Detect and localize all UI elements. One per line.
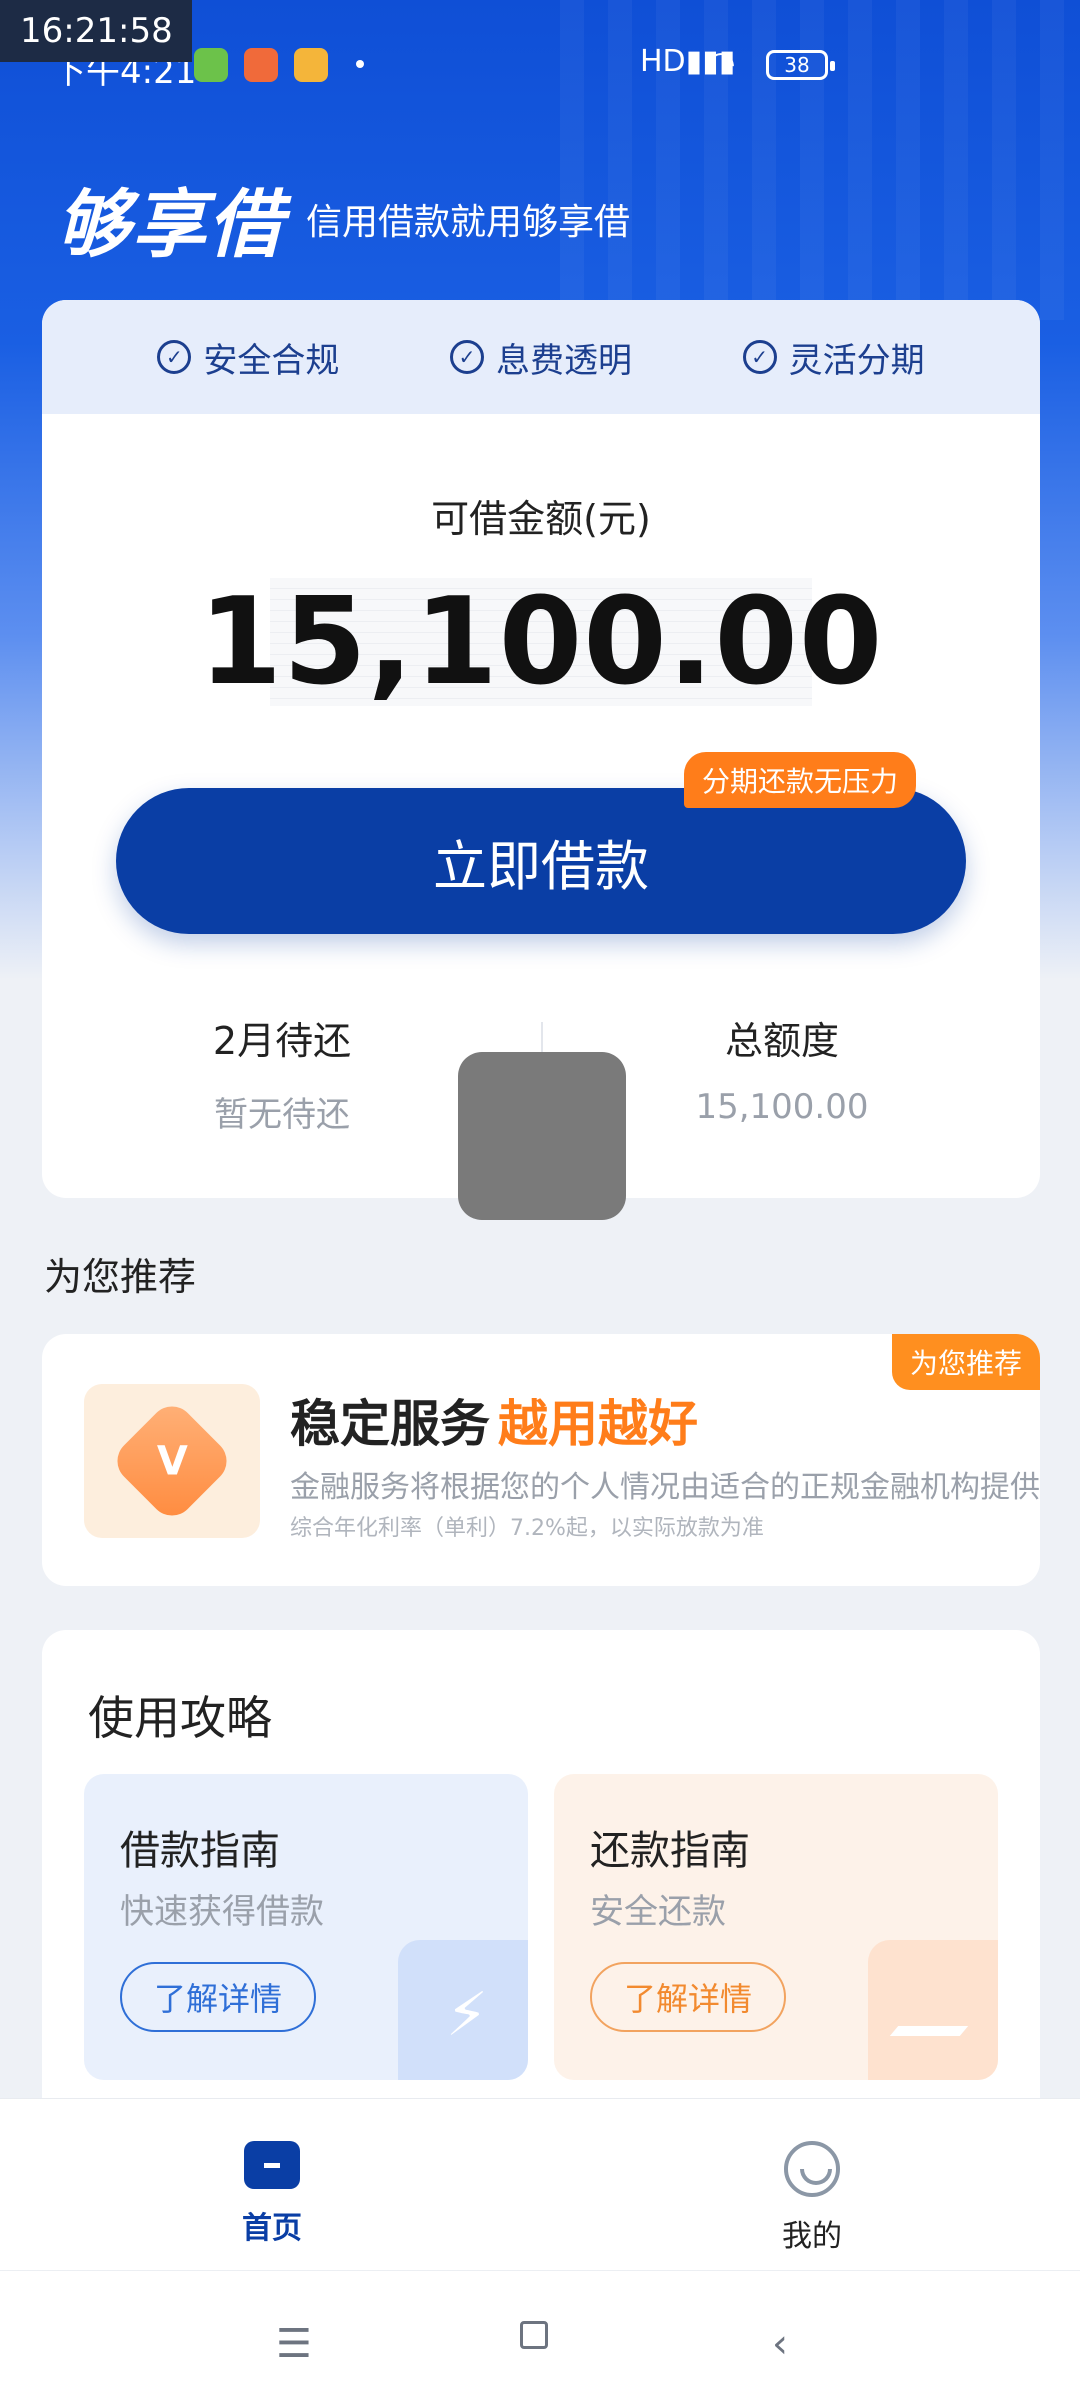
recommend-description: 金融服务将根据您的个人情况由适合的正规金融机构提供: [290, 1470, 1040, 1505]
total-limit-title: 总额度: [724, 1019, 839, 1063]
brand-header: 够享借 信用借款就用够享借: [56, 165, 630, 272]
borrow-guide-desc: 快速获得借款: [120, 1892, 324, 1932]
battery-icon: 38: [766, 50, 835, 80]
bottom-nav: 首页 我的: [0, 2098, 1080, 2270]
recommend-title-main: 稳定服务: [290, 1395, 490, 1453]
profile-icon: [784, 2141, 840, 2197]
nav-mine[interactable]: 我的: [712, 2141, 912, 2255]
wifi-icon: ◠: [706, 44, 736, 84]
feature-label: 灵活分期: [788, 340, 925, 381]
feature-item: ✓ 息费透明: [449, 333, 632, 382]
installment-tag: 分期还款无压力: [684, 752, 917, 808]
square-icon[interactable]: [520, 2321, 548, 2349]
nav-home[interactable]: 首页: [172, 2141, 372, 2247]
borrow-guide-name: 借款指南: [120, 1828, 280, 1874]
home-icon: [244, 2141, 300, 2189]
total-limit-stat[interactable]: 总额度 15,100.00: [632, 1010, 932, 1127]
brand-logo: 够享借: [56, 182, 284, 268]
menu-icon[interactable]: ☰: [276, 2321, 312, 2367]
status-bar: 下午4:21 HD▮▮▮ ◠ 38 16:21:58: [0, 0, 1080, 120]
time-overlay: 16:21:58: [0, 0, 192, 62]
shield-badge-icon: V: [84, 1384, 260, 1538]
system-navigation-bar: ☰ ‹: [0, 2270, 1080, 2400]
feature-bar: ✓ 安全合规 ✓ 息费透明 ✓ 灵活分期: [42, 300, 1040, 414]
due-value: 暂无待还: [214, 1095, 350, 1135]
guide-card: 使用攻略 借款指南 快速获得借款 了解详情 ⚡ 还款指南 安全还款 了解详情: [42, 1630, 1040, 2130]
feature-label: 安全合规: [203, 340, 340, 381]
feature-label: 息费透明: [495, 340, 632, 381]
due-title: 2月待还: [212, 1019, 352, 1063]
borrow-guide-card[interactable]: 借款指南 快速获得借款 了解详情 ⚡: [84, 1774, 528, 2080]
total-limit-value: 15,100.00: [695, 1087, 869, 1127]
feature-item: ✓ 安全合规: [157, 333, 339, 382]
recommend-card[interactable]: 为您推荐 V 稳定服务 越用越好 金融服务将根据您的个人情况由适合的正规金融机构提…: [42, 1334, 1040, 1586]
available-amount-label: 可借金额(元): [431, 497, 651, 541]
feature-item: ✓ 灵活分期: [742, 333, 925, 382]
recommend-title-highlight: 越用越好: [498, 1395, 698, 1453]
floating-overlay[interactable]: [458, 1052, 626, 1220]
folder-icon: [889, 2026, 969, 2036]
repay-guide-details-button[interactable]: 了解详情: [590, 1962, 786, 2032]
folder-decoration: [868, 1940, 998, 2080]
check-circle-icon: ✓: [449, 340, 484, 374]
bolt-icon: ⚡: [445, 1980, 488, 2050]
battery-level: 38: [784, 53, 810, 77]
back-icon[interactable]: ‹: [772, 2321, 788, 2367]
repay-guide-name: 还款指南: [590, 1828, 750, 1874]
available-amount-box: 15,100.00: [199, 573, 883, 712]
recommend-section-title: 为您推荐: [44, 1255, 197, 1299]
check-circle-icon: ✓: [157, 340, 192, 374]
brand-slogan: 信用借款就用够享借: [306, 201, 631, 243]
signal-label: HD: [640, 44, 686, 79]
recommend-title: 稳定服务 越用越好: [290, 1384, 698, 1456]
app-notification-icon: [244, 48, 278, 82]
more-notifications-dot: [356, 60, 364, 68]
due-stat[interactable]: 2月待还 暂无待还: [132, 1010, 432, 1136]
message-notification-icon: [294, 48, 328, 82]
recommend-rate-note: 综合年化利率（单利）7.2%起，以实际放款为准: [290, 1516, 764, 1541]
nav-home-label: 首页: [242, 2211, 302, 2246]
borrow-guide-details-button[interactable]: 了解详情: [120, 1962, 316, 2032]
repay-guide-desc: 安全还款: [590, 1892, 726, 1932]
guide-title: 使用攻略: [88, 1691, 272, 1745]
page: 下午4:21 HD▮▮▮ ◠ 38 16:21:58 够享借 信用借款就用够享借…: [0, 0, 1080, 2400]
recommend-tag: 为您推荐: [891, 1334, 1040, 1390]
check-circle-icon: ✓: [742, 340, 777, 374]
nav-mine-label: 我的: [782, 2219, 842, 2254]
available-amount-value: 15,100.00: [198, 572, 884, 712]
borrow-now-button[interactable]: 立即借款: [116, 788, 966, 934]
download-notification-icon: [194, 48, 228, 82]
repay-guide-card[interactable]: 还款指南 安全还款 了解详情: [554, 1774, 998, 2080]
